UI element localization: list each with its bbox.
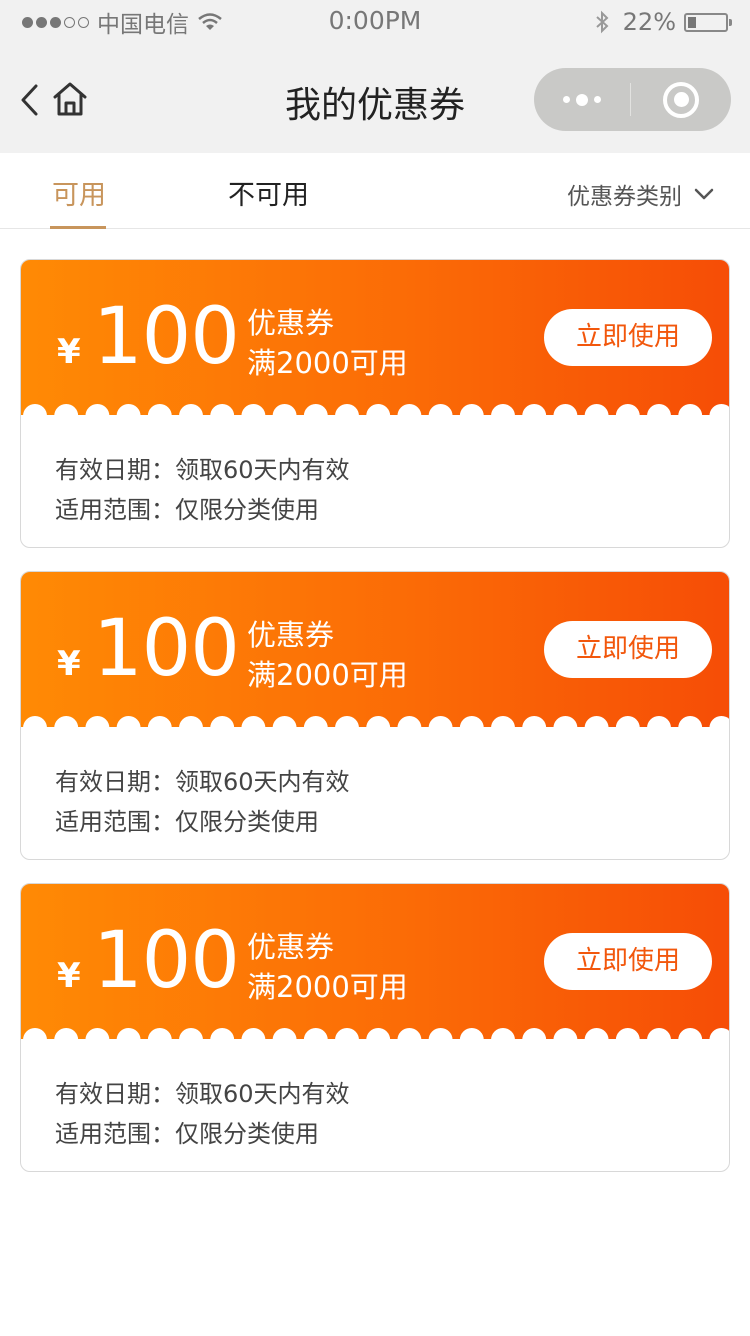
coupon-condition: 满2000可用 (247, 346, 408, 380)
scallop-edge (21, 716, 729, 738)
coupon-amount: 100 (93, 292, 240, 382)
scallop-base (21, 728, 729, 738)
tab-bar: 可用 不可用 优惠券类别 (0, 153, 750, 229)
close-mini-program-button[interactable] (631, 68, 731, 131)
coupon-card: ¥ 100 优惠券 满2000可用 立即使用 有效日期：领取60天内有效 适用范… (20, 571, 730, 860)
coupon-type: 优惠券 (247, 618, 335, 652)
scallop-edge (21, 1028, 729, 1050)
coupon-header: ¥ 100 优惠券 满2000可用 立即使用 (21, 260, 729, 415)
nav-bar: 我的优惠券 (0, 44, 750, 153)
status-bar: 中国电信 0:00PM 22% (0, 0, 750, 44)
scallop-edge (21, 404, 729, 426)
tab-unavailable[interactable]: 不可用 (228, 173, 309, 212)
use-now-button[interactable]: 立即使用 (544, 621, 712, 678)
category-filter-label: 优惠券类别 (567, 184, 682, 210)
coupon-validity: 有效日期：领取60天内有效 (55, 1080, 350, 1108)
coupon-card: ¥ 100 优惠券 满2000可用 立即使用 有效日期：领取60天内有效 适用范… (20, 883, 730, 1172)
coupon-scope: 适用范围：仅限分类使用 (55, 496, 319, 524)
more-icon (563, 96, 570, 103)
more-button[interactable] (534, 68, 630, 131)
target-icon (663, 81, 699, 118)
coupon-validity: 有效日期：领取60天内有效 (55, 456, 350, 484)
battery-percentage: 22% (622, 8, 676, 36)
coupon-amount: 100 (93, 604, 240, 694)
scallop-base (21, 1040, 729, 1050)
home-button[interactable] (52, 80, 88, 118)
coupon-type: 优惠券 (247, 306, 335, 340)
category-filter-dropdown[interactable]: 优惠券类别 (567, 177, 714, 211)
currency-symbol: ¥ (57, 956, 81, 996)
coupon-condition: 满2000可用 (247, 970, 408, 1004)
status-right: 22% (595, 8, 732, 36)
back-button[interactable] (16, 80, 44, 120)
coupon-type: 优惠券 (247, 930, 335, 964)
coupon-condition: 满2000可用 (247, 658, 408, 692)
coupon-validity: 有效日期：领取60天内有效 (55, 768, 350, 796)
battery-icon (684, 12, 732, 32)
currency-symbol: ¥ (57, 332, 81, 372)
battery-level (688, 16, 696, 28)
mini-program-capsule (534, 68, 731, 131)
bluetooth-icon (595, 10, 609, 34)
tab-available[interactable]: 可用 (50, 173, 108, 212)
coupon-amount: 100 (93, 916, 240, 1006)
coupon-header: ¥ 100 优惠券 满2000可用 立即使用 (21, 572, 729, 727)
currency-symbol: ¥ (57, 644, 81, 684)
active-tab-indicator (50, 226, 106, 229)
use-now-button[interactable]: 立即使用 (544, 933, 712, 990)
chevron-down-icon (694, 188, 714, 200)
use-now-button[interactable]: 立即使用 (544, 309, 712, 366)
chevron-left-icon (21, 84, 38, 116)
home-icon (53, 82, 87, 116)
coupon-scope: 适用范围：仅限分类使用 (55, 808, 319, 836)
coupon-header: ¥ 100 优惠券 满2000可用 立即使用 (21, 884, 729, 1039)
coupon-scope: 适用范围：仅限分类使用 (55, 1120, 319, 1148)
coupon-card: ¥ 100 优惠券 满2000可用 立即使用 有效日期：领取60天内有效 适用范… (20, 259, 730, 548)
scallop-base (21, 416, 729, 426)
